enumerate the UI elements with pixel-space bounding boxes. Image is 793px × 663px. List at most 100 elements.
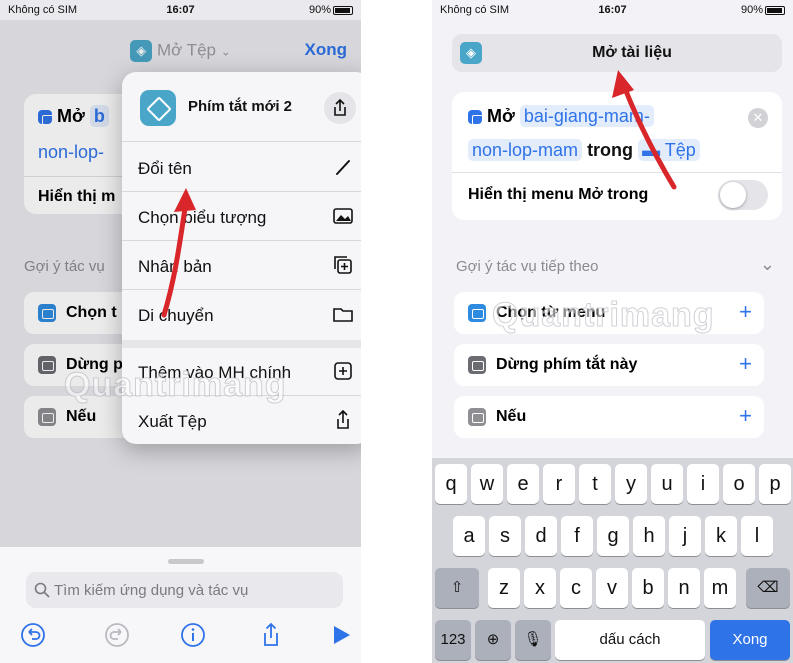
- key-t[interactable]: t: [579, 464, 611, 504]
- battery-indicator: 90%: [741, 4, 785, 16]
- editor-toolbar: [0, 616, 361, 656]
- battery-icon: [333, 5, 353, 15]
- menu-item-duplicate[interactable]: Nhân bản: [122, 242, 361, 290]
- shortcut-title: Mở Tệp: [156, 40, 216, 60]
- search-box[interactable]: [26, 572, 343, 608]
- space-key[interactable]: dấu cách: [555, 620, 705, 660]
- shortcut-icon: ◈: [460, 42, 482, 64]
- clock: 16:07: [598, 4, 627, 16]
- key-f[interactable]: f: [561, 516, 593, 556]
- add-icon[interactable]: +: [739, 299, 752, 325]
- battery-percent: 90%: [308, 4, 331, 16]
- menu-item-add-to-home[interactable]: Thêm vào MH chính: [122, 348, 361, 396]
- suggestion-stop-shortcut[interactable]: Dừng phím tắt này +: [454, 344, 764, 386]
- chevron-down-icon: ⌄: [220, 44, 231, 59]
- suggestions-label: Gợi ý tác vụ tiếp theo: [456, 258, 599, 275]
- file-action-icon: [38, 110, 54, 126]
- clear-icon[interactable]: ✕: [748, 108, 768, 128]
- numbers-key[interactable]: 123: [435, 620, 471, 660]
- suggestion-choose-menu[interactable]: Chọn từ menu +: [454, 292, 764, 334]
- menu-item-move[interactable]: Di chuyển: [122, 291, 361, 339]
- open-action-card[interactable]: Mở bai-giang-mam- non-lop-mam trong ▬ Tệ…: [452, 92, 782, 220]
- key-x[interactable]: x: [524, 568, 556, 608]
- info-icon[interactable]: [180, 622, 206, 648]
- folder-icon: ▬: [642, 140, 661, 160]
- menu-item-export-file[interactable]: Xuất Tệp: [122, 397, 361, 445]
- image-icon: [333, 208, 353, 224]
- key-b[interactable]: b: [632, 568, 664, 608]
- key-g[interactable]: g: [597, 516, 629, 556]
- key-i[interactable]: i: [687, 464, 719, 504]
- action-verb: Mở: [487, 106, 515, 126]
- key-l[interactable]: l: [741, 516, 773, 556]
- show-menu-toggle[interactable]: [718, 180, 768, 210]
- menu-item-choose-icon[interactable]: Chọn biểu tượng: [122, 193, 361, 241]
- left-screen: Không có SIM 16:07 90% ◈ Mở Tệp ⌄ Xong M…: [0, 0, 361, 663]
- shortcut-name-field[interactable]: ◈: [452, 34, 782, 72]
- shift-key[interactable]: ⇧: [435, 568, 479, 608]
- file-action-icon: [468, 110, 484, 126]
- share-icon: [334, 98, 346, 116]
- delete-key[interactable]: ⌫: [746, 568, 790, 608]
- done-button[interactable]: Xong: [305, 40, 348, 60]
- suggestion-if[interactable]: Nếu +: [454, 396, 764, 438]
- key-k[interactable]: k: [705, 516, 737, 556]
- shortcut-name-input[interactable]: [492, 34, 772, 72]
- file-parameter[interactable]: b: [89, 105, 109, 127]
- key-q[interactable]: q: [435, 464, 467, 504]
- shortcut-context-menu: Phím tắt mới 2 Đổi tên Chọn biểu tượng N…: [122, 72, 361, 444]
- file-parameter-line2[interactable]: non-lop-: [38, 142, 104, 162]
- key-v[interactable]: v: [596, 568, 628, 608]
- stop-icon: [468, 356, 486, 374]
- key-h[interactable]: h: [633, 516, 665, 556]
- menu-item-rename[interactable]: Đổi tên: [122, 144, 361, 192]
- undo-icon[interactable]: [20, 622, 46, 648]
- status-bar: Không có SIM 16:07 90%: [0, 0, 361, 20]
- show-menu-label: Hiển thị menu Mở trong: [468, 186, 649, 203]
- key-y[interactable]: y: [615, 464, 647, 504]
- share-button[interactable]: [324, 92, 356, 124]
- if-icon: [38, 408, 56, 426]
- key-c[interactable]: c: [560, 568, 592, 608]
- key-p[interactable]: p: [759, 464, 791, 504]
- microphone-icon[interactable]: 🎙: [515, 620, 551, 660]
- file-parameter-line2[interactable]: non-lop-mam: [468, 139, 583, 161]
- redo-icon[interactable]: [104, 622, 130, 648]
- play-icon[interactable]: [328, 622, 354, 648]
- show-menu-row: Hiển thị menu Mở trong: [452, 172, 782, 220]
- done-key[interactable]: Xong: [710, 620, 790, 660]
- menu-icon: [38, 304, 56, 322]
- key-o[interactable]: o: [723, 464, 755, 504]
- key-n[interactable]: n: [668, 568, 700, 608]
- key-a[interactable]: a: [453, 516, 485, 556]
- key-m[interactable]: m: [704, 568, 736, 608]
- key-u[interactable]: u: [651, 464, 683, 504]
- keyboard: qwertyuiop asdfghjkl ⇧ ⌫ zxcvbnm 123 ⊕ 🎙…: [432, 458, 793, 663]
- search-input[interactable]: [54, 572, 334, 608]
- key-z[interactable]: z: [488, 568, 520, 608]
- key-r[interactable]: r: [543, 464, 575, 504]
- chevron-down-icon[interactable]: ⌄: [760, 254, 775, 275]
- globe-icon[interactable]: ⊕: [475, 620, 511, 660]
- if-icon: [468, 408, 486, 426]
- stop-icon: [38, 356, 56, 374]
- battery-icon: [765, 5, 785, 15]
- action-verb: Mở: [57, 106, 85, 126]
- add-icon[interactable]: +: [739, 403, 752, 429]
- search-icon: [34, 582, 50, 598]
- key-d[interactable]: d: [525, 516, 557, 556]
- add-square-icon: [334, 362, 352, 380]
- pencil-icon: [336, 160, 350, 175]
- key-w[interactable]: w: [471, 464, 503, 504]
- key-j[interactable]: j: [669, 516, 701, 556]
- file-parameter[interactable]: bai-giang-mam-: [519, 105, 654, 127]
- key-e[interactable]: e: [507, 464, 539, 504]
- sheet-grabber[interactable]: [168, 559, 204, 564]
- nav-bar: ◈ Mở Tệp ⌄ Xong: [0, 26, 361, 66]
- location-parameter[interactable]: ▬ Tệp: [638, 139, 700, 161]
- share-icon[interactable]: [258, 622, 284, 648]
- folder-icon: [333, 308, 353, 322]
- add-icon[interactable]: +: [739, 351, 752, 377]
- key-s[interactable]: s: [489, 516, 521, 556]
- battery-indicator: 90%: [309, 4, 353, 16]
